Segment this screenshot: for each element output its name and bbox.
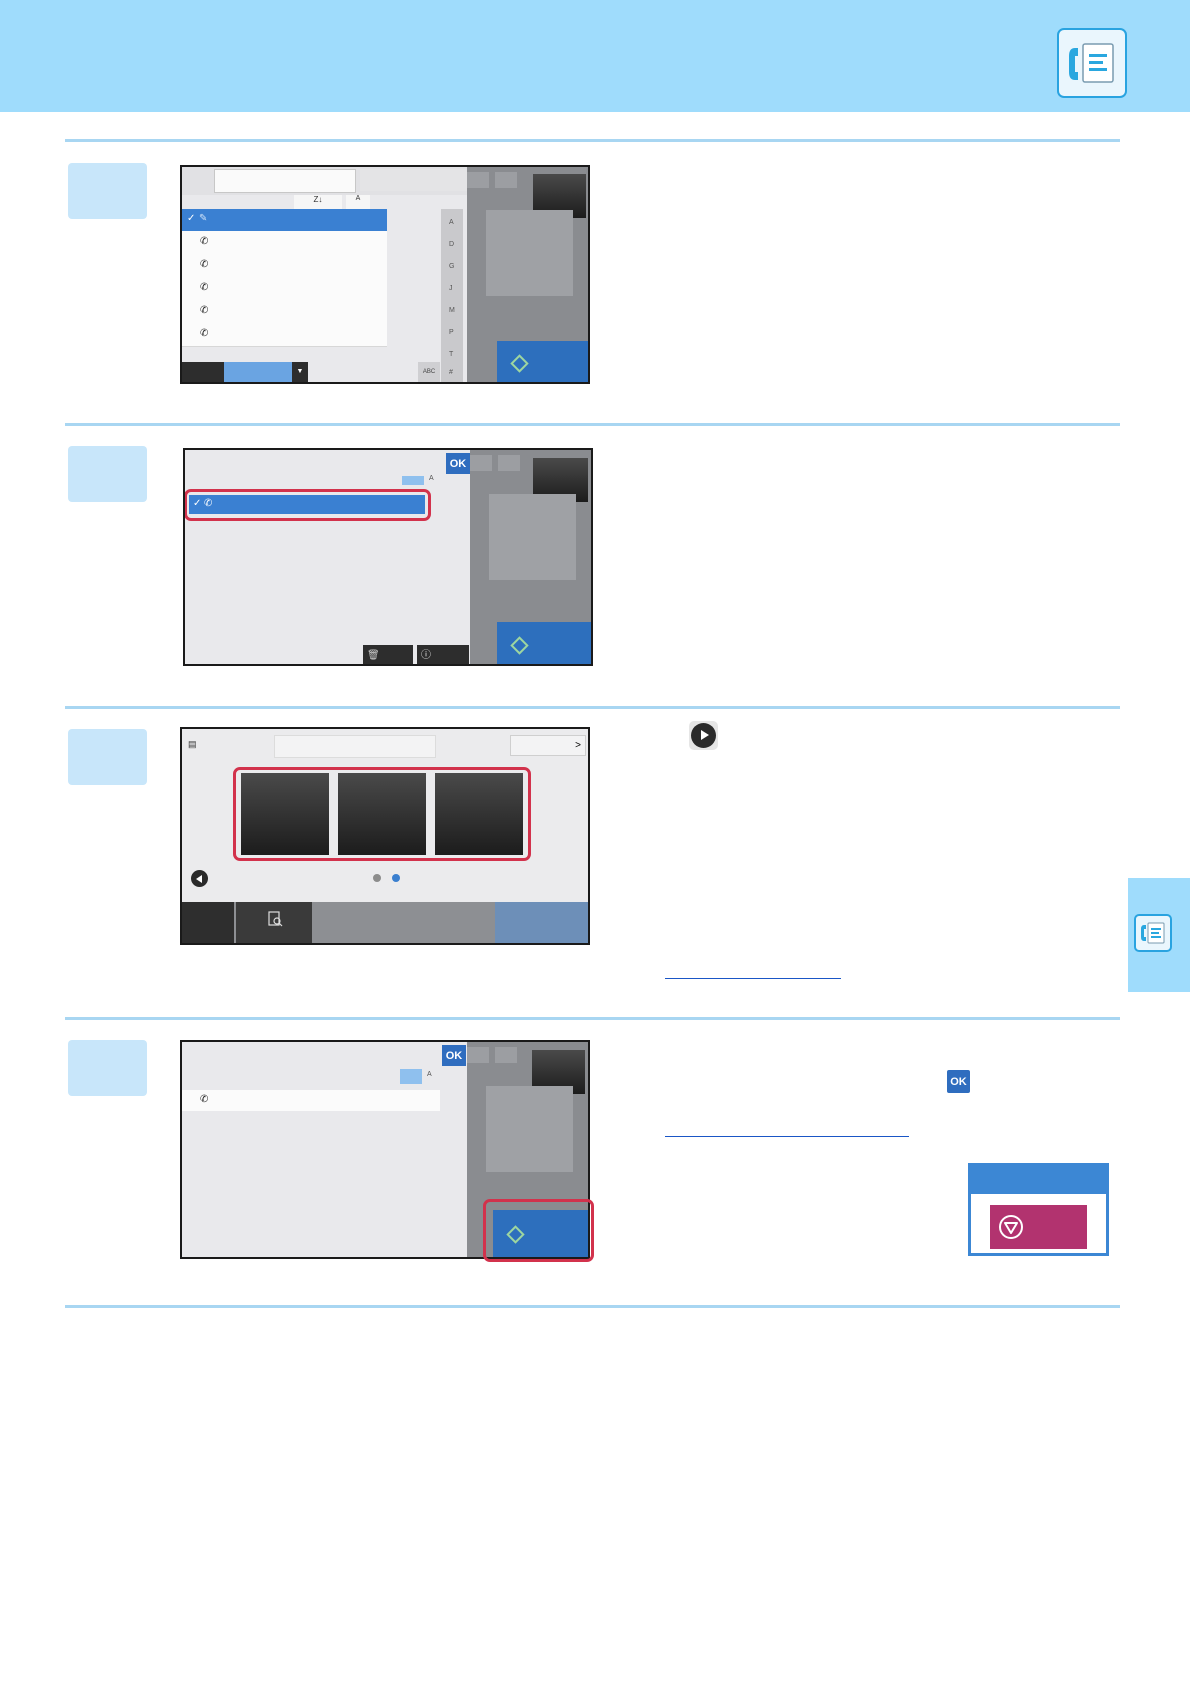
phone-icon: ✆	[200, 259, 209, 270]
page-indicator	[373, 874, 381, 882]
index-letter[interactable]: P	[449, 329, 454, 336]
list-item[interactable]: ✆	[182, 1090, 440, 1111]
page-indicator-active	[392, 874, 400, 882]
stop-icon	[999, 1215, 1023, 1239]
page-header	[0, 0, 1190, 112]
fax-icon	[1134, 914, 1172, 952]
sort-toggle[interactable]: A	[346, 195, 370, 209]
document-icon: ▤	[188, 739, 197, 749]
phone-icon: ✆	[200, 236, 209, 247]
step-marker	[68, 1040, 147, 1096]
phone-icon: ✆	[200, 328, 209, 339]
index-letter[interactable]: #	[449, 369, 453, 376]
highlight-box	[185, 489, 431, 521]
screenshot-address-book: + OK Z↓ A ✓ ✎ ✆ ✆ ✆ ✆ ✆ A D G J M P T # …	[180, 165, 590, 384]
address-type-select[interactable]	[224, 362, 292, 382]
index-letter[interactable]: A	[449, 219, 454, 226]
search-input[interactable]	[214, 169, 356, 193]
index-letter[interactable]: T	[449, 351, 453, 358]
start-button[interactable]	[495, 902, 588, 943]
phone-icon: ✆	[200, 282, 209, 293]
preview-panel	[489, 494, 576, 580]
background-panel	[470, 450, 591, 664]
divider	[65, 1305, 1120, 1308]
stop-panel-header	[971, 1166, 1106, 1194]
screenshot-selected-address: OK A ✓ ✆ 🗑 ⓘ	[183, 448, 593, 666]
ok-button[interactable]: OK	[442, 1045, 466, 1066]
sort-button[interactable]	[400, 1069, 422, 1084]
sort-toggle[interactable]: A	[427, 1071, 432, 1078]
step-marker	[68, 446, 147, 502]
ok-button[interactable]: OK	[446, 453, 470, 474]
index-letter[interactable]: J	[449, 285, 453, 292]
step-marker	[68, 163, 147, 219]
stop-panel	[968, 1163, 1109, 1256]
list-item[interactable]: ✆	[182, 254, 387, 278]
background-panel	[467, 167, 588, 382]
phone-icon: ✆	[200, 1094, 209, 1105]
abc-button[interactable]: ABC	[418, 362, 440, 382]
preview-panel	[486, 1086, 573, 1172]
info-button[interactable]: ⓘ	[417, 645, 469, 664]
bottom-button[interactable]	[182, 362, 224, 382]
divider	[65, 139, 1120, 142]
list-item[interactable]: ✆	[182, 300, 387, 324]
preview-panel	[486, 210, 573, 296]
bottom-bar	[182, 902, 588, 943]
phone-icon: ✆	[200, 305, 209, 316]
mode-key[interactable]	[338, 773, 426, 855]
stop-button[interactable]	[990, 1205, 1087, 1249]
list-item-selected[interactable]: ✓ ✎	[182, 209, 387, 231]
reference-link[interactable]	[665, 978, 841, 979]
list-item[interactable]: ✆	[182, 231, 387, 255]
list-item[interactable]: ✆	[182, 277, 387, 301]
address-field[interactable]	[274, 735, 436, 758]
prev-page-button[interactable]	[191, 870, 208, 887]
bottom-button[interactable]	[182, 902, 234, 943]
delete-button[interactable]: 🗑	[363, 645, 413, 664]
alphabet-index[interactable]: A D G J M P T #	[441, 209, 463, 382]
list-item[interactable]: ✆	[182, 323, 387, 347]
step-marker	[68, 729, 147, 785]
chapter-tab	[1128, 878, 1190, 992]
mode-key[interactable]	[435, 773, 523, 855]
highlight-box	[483, 1199, 594, 1262]
sort-button[interactable]	[402, 476, 424, 485]
sort-toggle[interactable]: A	[429, 475, 434, 482]
index-letter[interactable]: D	[449, 241, 454, 248]
index-letter[interactable]: M	[449, 307, 455, 314]
fax-icon	[1057, 28, 1127, 98]
index-letter[interactable]: G	[449, 263, 454, 270]
divider	[65, 706, 1120, 709]
screenshot-mode-select: ▤ >	[180, 727, 590, 945]
preview-icon	[268, 911, 283, 927]
divider	[65, 1017, 1120, 1020]
play-circle-icon	[689, 721, 718, 750]
divider	[65, 423, 1120, 426]
mode-key[interactable]	[241, 773, 329, 855]
chevron-down-icon[interactable]: ▼	[292, 362, 308, 382]
start-button[interactable]	[497, 341, 588, 382]
start-button[interactable]	[497, 622, 591, 664]
sort-button[interactable]: Z↓	[294, 195, 342, 209]
next-page-button[interactable]: >	[510, 735, 586, 756]
reference-link[interactable]	[665, 1136, 909, 1137]
ok-icon: OK	[947, 1070, 970, 1093]
preview-button[interactable]	[236, 902, 312, 943]
